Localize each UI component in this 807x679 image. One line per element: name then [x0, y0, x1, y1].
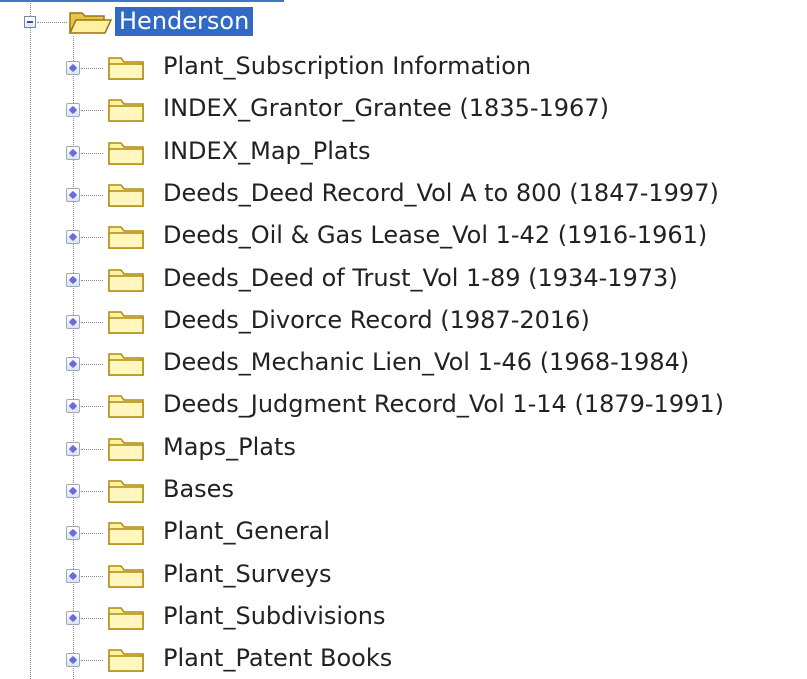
tree-folder-item[interactable]: Plant_Patent Books	[0, 639, 807, 679]
folder-icon	[108, 226, 144, 249]
tree-folder-item[interactable]: Deeds_Judgment Record_Vol 1-14 (1879-199…	[0, 385, 807, 425]
tree-folder-label[interactable]: Deeds_Oil & Gas Lease_Vol 1-42 (1916-196…	[163, 219, 707, 251]
expand-toggle-icon[interactable]	[66, 230, 80, 244]
tree-connector-line	[81, 449, 103, 450]
tree-connector-line	[81, 195, 103, 196]
tree-folder-item[interactable]: Plant_Surveys	[0, 555, 807, 595]
expand-toggle-icon[interactable]	[66, 146, 80, 160]
expand-toggle-icon[interactable]	[66, 315, 80, 329]
tree-folder-label[interactable]: Plant_General	[163, 515, 330, 547]
expand-toggle-icon[interactable]	[66, 569, 80, 583]
expand-toggle-icon[interactable]	[66, 484, 80, 498]
tree-connector-line	[81, 576, 103, 577]
tree-folder-item[interactable]: Plant_General	[0, 512, 807, 552]
folder-icon	[108, 99, 144, 122]
folder-icon	[108, 311, 144, 334]
tree-connector-line	[81, 364, 103, 365]
tree-folder-label[interactable]: Deeds_Divorce Record (1987-2016)	[163, 304, 590, 336]
folder-open-icon	[68, 12, 112, 34]
folder-icon	[108, 269, 144, 292]
tree-folder-item[interactable]: Deeds_Deed of Trust_Vol 1-89 (1934-1973)	[0, 259, 807, 299]
folder-icon	[108, 438, 144, 461]
folder-icon	[108, 649, 144, 672]
tree-folder-label[interactable]: Deeds_Judgment Record_Vol 1-14 (1879-199…	[163, 388, 724, 420]
expand-toggle-icon[interactable]	[66, 273, 80, 287]
tree-folder-label[interactable]: Plant_Subscription Information	[163, 50, 531, 82]
tree-folder-item[interactable]: INDEX_Grantor_Grantee (1835-1967)	[0, 89, 807, 129]
tree-folder-item[interactable]: Plant_Subdivisions	[0, 597, 807, 637]
tree-folder-item[interactable]: Maps_Plats	[0, 428, 807, 468]
tree-connector-line	[81, 322, 103, 323]
tree-guide-line-root	[30, 0, 31, 16]
tree-folder-label[interactable]: Deeds_Deed of Trust_Vol 1-89 (1934-1973)	[163, 262, 678, 294]
tree-folder-label[interactable]: INDEX_Map_Plats	[163, 135, 371, 167]
tree-connector-line	[81, 618, 103, 619]
tree-folder-label[interactable]: Maps_Plats	[163, 431, 296, 463]
expand-toggle-icon[interactable]	[66, 61, 80, 75]
expand-toggle-icon[interactable]	[66, 442, 80, 456]
expand-toggle-icon[interactable]	[66, 611, 80, 625]
tree-folder-label[interactable]: Deeds_Mechanic Lien_Vol 1-46 (1968-1984)	[163, 346, 689, 378]
tree-folder-label[interactable]: Bases	[163, 473, 234, 505]
tree-folder-label[interactable]: Plant_Surveys	[163, 558, 331, 590]
tree-folder-item[interactable]: INDEX_Map_Plats	[0, 132, 807, 172]
folder-icon	[108, 57, 144, 80]
collapse-toggle-icon[interactable]	[24, 16, 36, 28]
folder-icon	[108, 565, 144, 588]
tree-connector-line	[81, 491, 103, 492]
tree-folder-label[interactable]: Deeds_Deed Record_Vol A to 800 (1847-199…	[163, 177, 719, 209]
tree-connector-line	[81, 406, 103, 407]
tree-connector-line	[81, 533, 103, 534]
top-border-line	[0, 0, 284, 2]
folder-icon	[108, 142, 144, 165]
expand-toggle-icon[interactable]	[66, 188, 80, 202]
expand-toggle-icon[interactable]	[66, 653, 80, 667]
tree-folder-item[interactable]: Deeds_Deed Record_Vol A to 800 (1847-199…	[0, 174, 807, 214]
tree-root-henderson[interactable]: Henderson	[115, 7, 254, 36]
folder-icon	[108, 480, 144, 503]
folder-icon	[108, 184, 144, 207]
folder-icon	[108, 607, 144, 630]
tree-connector-line	[81, 237, 103, 238]
tree-connector-line	[81, 110, 103, 111]
expand-toggle-icon[interactable]	[66, 357, 80, 371]
folder-icon	[108, 522, 144, 545]
expand-toggle-icon[interactable]	[66, 399, 80, 413]
tree-folder-item[interactable]: Deeds_Divorce Record (1987-2016)	[0, 301, 807, 341]
tree-connector-line	[81, 660, 103, 661]
tree-connector-line	[81, 68, 103, 69]
expand-toggle-icon[interactable]	[66, 103, 80, 117]
tree-guide-line-root-h	[37, 22, 67, 23]
folder-icon	[108, 395, 144, 418]
tree-folder-item[interactable]: Deeds_Oil & Gas Lease_Vol 1-42 (1916-196…	[0, 216, 807, 256]
tree-folder-item[interactable]: Bases	[0, 470, 807, 510]
tree-folder-item[interactable]: Plant_Subscription Information	[0, 47, 807, 87]
expand-toggle-icon[interactable]	[66, 526, 80, 540]
tree-connector-line	[81, 153, 103, 154]
tree-folder-label[interactable]: INDEX_Grantor_Grantee (1835-1967)	[163, 92, 609, 124]
folder-icon	[108, 353, 144, 376]
tree-connector-line	[81, 280, 103, 281]
tree-folder-label[interactable]: Plant_Subdivisions	[163, 600, 386, 632]
tree-folder-item[interactable]: Deeds_Mechanic Lien_Vol 1-46 (1968-1984)	[0, 343, 807, 383]
tree-folder-label[interactable]: Plant_Patent Books	[163, 642, 392, 674]
